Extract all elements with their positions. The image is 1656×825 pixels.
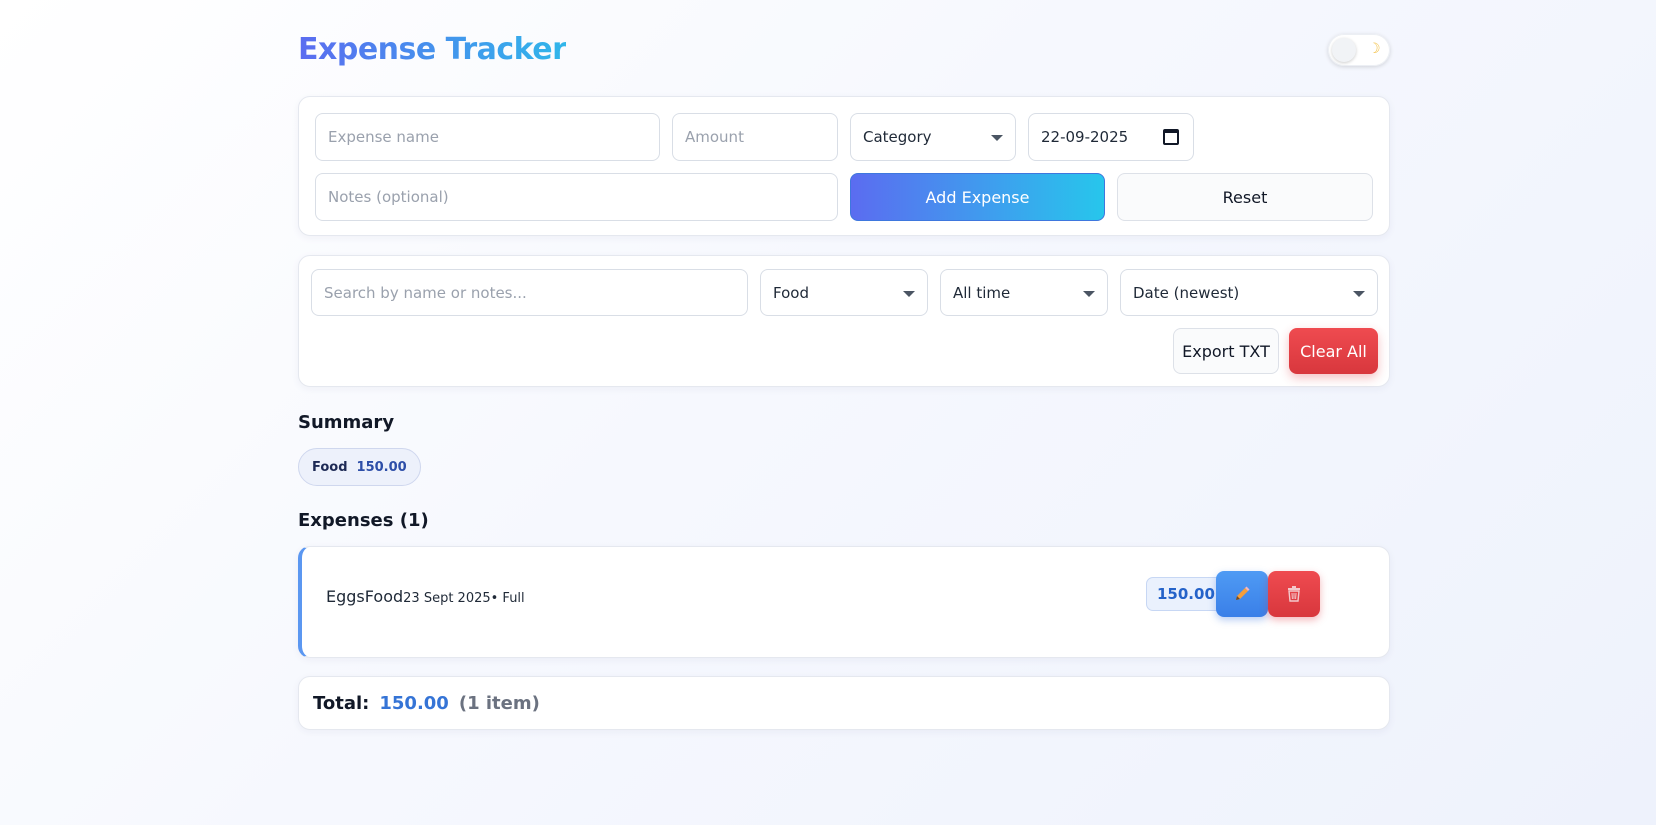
expense-name-input[interactable] xyxy=(315,113,660,161)
summary-heading: Summary xyxy=(298,412,395,433)
total-label: Total: xyxy=(313,692,370,714)
category-select[interactable]: Category xyxy=(850,113,1016,161)
summary-chip-category: Food xyxy=(312,459,348,475)
total-count: (1 item) xyxy=(458,692,540,714)
add-expense-button[interactable]: Add Expense xyxy=(850,173,1105,221)
expense-item-name: Eggs xyxy=(326,587,365,606)
date-input[interactable]: 22-09-2025 xyxy=(1028,113,1194,161)
pencil-icon xyxy=(1236,586,1250,600)
total-bar: Total: 150.00 (1 item) xyxy=(298,676,1390,730)
theme-toggle[interactable]: ☽ xyxy=(1328,34,1390,66)
filter-period-value: All time xyxy=(953,283,1011,302)
moon-icon: ☽ xyxy=(1368,41,1381,57)
total-value: 150.00 xyxy=(379,692,449,714)
export-txt-button[interactable]: Export TXT xyxy=(1173,328,1279,374)
calendar-icon[interactable] xyxy=(1163,129,1179,145)
filter-category-value: Food xyxy=(773,283,809,302)
sort-select[interactable]: Date (newest) xyxy=(1120,269,1378,316)
toggle-knob xyxy=(1332,38,1356,62)
chevron-down-icon xyxy=(1083,291,1095,297)
page-title: Expense Tracker xyxy=(298,32,567,67)
sort-value: Date (newest) xyxy=(1133,283,1240,302)
expenses-heading: Expenses (1) xyxy=(298,510,429,531)
chevron-down-icon xyxy=(1353,291,1365,297)
filter-category-select[interactable]: Food xyxy=(760,269,928,316)
filter-period-select[interactable]: All time xyxy=(940,269,1108,316)
expense-item-amount: 150.00 xyxy=(1146,577,1226,611)
trash-icon xyxy=(1288,586,1300,602)
search-input[interactable] xyxy=(311,269,748,316)
expense-item: Eggs Food 23 Sept 2025• Full 150.00 xyxy=(298,546,1390,658)
delete-expense-button[interactable] xyxy=(1268,571,1320,617)
notes-input[interactable] xyxy=(315,173,838,221)
chevron-down-icon xyxy=(991,135,1003,141)
summary-chip: Food 150.00 xyxy=(298,448,421,486)
expense-item-category: Food xyxy=(364,587,404,606)
expense-item-meta: 23 Sept 2025• Full xyxy=(403,591,525,606)
chevron-down-icon xyxy=(903,291,915,297)
expense-form-card: Category 22-09-2025 Add Expense Reset xyxy=(298,96,1390,236)
reset-button[interactable]: Reset xyxy=(1117,173,1373,221)
summary-chip-amount: 150.00 xyxy=(356,459,407,475)
amount-input[interactable] xyxy=(672,113,838,161)
category-select-value: Category xyxy=(863,128,932,146)
edit-expense-button[interactable] xyxy=(1216,571,1268,617)
expense-item-text: Eggs Food 23 Sept 2025• Full xyxy=(326,587,525,606)
date-value: 22-09-2025 xyxy=(1041,128,1129,146)
filters-card: Food All time Date (newest) Export TXT C… xyxy=(298,255,1390,387)
clear-all-button[interactable]: Clear All xyxy=(1289,328,1378,374)
